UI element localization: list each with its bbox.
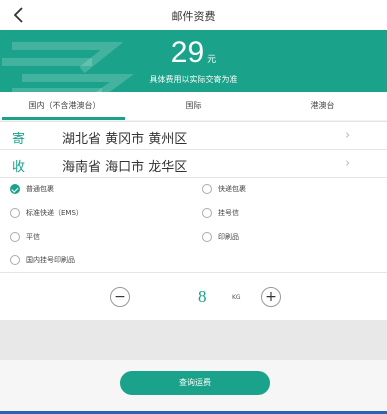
query-postage-button[interactable]: 查询运费 <box>120 371 270 395</box>
radio-unchecked-icon <box>202 208 212 218</box>
price-note: 具体费用以实际交寄为准 <box>149 75 238 84</box>
receiver-address: 海南省 海口市 龙华区 <box>62 160 188 175</box>
sender-address-row[interactable]: 寄 湖北省 黄冈市 黄州区 › <box>0 121 387 150</box>
tab-hk-macau-taiwan[interactable]: 港澳台 <box>258 92 387 120</box>
weight-stepper: − 8 KG + <box>0 272 387 321</box>
active-tab-indicator <box>2 117 125 120</box>
price-display: 29 元 <box>0 36 387 70</box>
receiver-address-row[interactable]: 收 海南省 海口市 龙华区 › <box>0 149 387 178</box>
receiver-tag: 收 <box>12 160 26 175</box>
radio-unchecked-icon <box>10 255 20 265</box>
weight-value: 8 <box>198 287 207 306</box>
option-label: 挂号信 <box>218 209 239 217</box>
sender-address: 湖北省 黄冈市 黄州区 <box>62 132 188 147</box>
weight-unit: KG <box>232 294 241 301</box>
option-label: 平信 <box>26 233 40 241</box>
radio-unchecked-icon <box>10 208 20 218</box>
radio-unchecked-icon <box>10 232 20 242</box>
radio-checked-icon <box>10 184 20 194</box>
nav-bar: 邮件资费 <box>0 0 387 31</box>
decrease-weight-button[interactable]: − <box>110 287 130 307</box>
spacer-area <box>0 320 387 360</box>
price-unit: 元 <box>207 55 217 65</box>
radio-unchecked-icon <box>202 232 212 242</box>
option-label: 印刷品 <box>218 233 239 241</box>
region-tabs: 国内（不含港澳台） 国际 港澳台 <box>0 92 387 120</box>
mail-type-options: 普通包裹 快递包裹 标准快递（EMS） 挂号信 平信 印刷品 国内挂号印刷品 <box>0 177 387 272</box>
chevron-right-icon: › <box>345 156 351 171</box>
sender-tag: 寄 <box>12 132 26 147</box>
option-label: 标准快递（EMS） <box>26 209 83 217</box>
radio-unchecked-icon <box>202 184 212 194</box>
price-value: 29 <box>170 36 205 69</box>
option-label: 国内挂号印刷品 <box>26 256 75 264</box>
chevron-right-icon: › <box>345 128 351 143</box>
bottom-bar: 查询运费 <box>0 360 387 414</box>
option-label: 快递包裹 <box>218 185 246 193</box>
page-title: 邮件资费 <box>171 10 216 23</box>
tab-international[interactable]: 国际 <box>129 92 258 120</box>
tab-domestic[interactable]: 国内（不含港澳台） <box>0 92 129 120</box>
increase-weight-button[interactable]: + <box>261 287 281 307</box>
option-label: 普通包裹 <box>26 185 54 193</box>
price-banner: 29 元 具体费用以实际交寄为准 <box>0 30 387 92</box>
